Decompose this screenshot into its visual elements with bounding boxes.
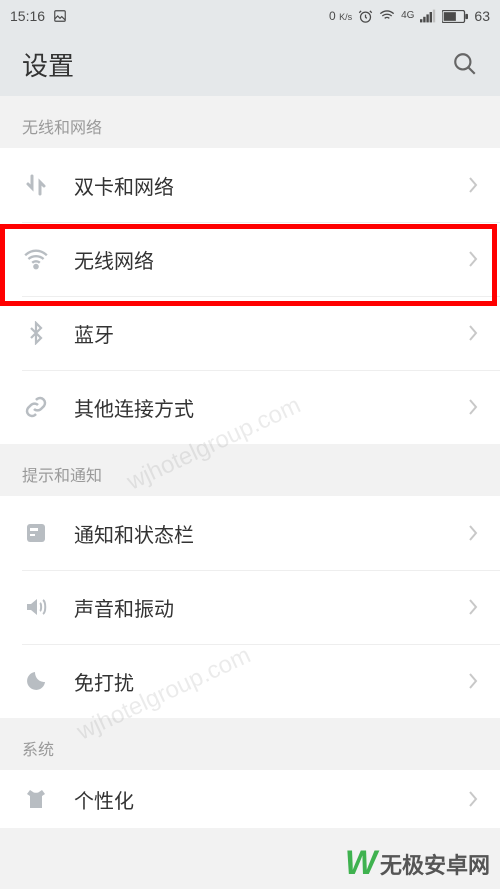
item-label: 其他连接方式 xyxy=(74,393,194,422)
item-sound-vibration[interactable]: 声音和振动 xyxy=(0,570,500,644)
item-label: 声音和振动 xyxy=(74,593,174,622)
status-time: 15:16 xyxy=(10,8,45,24)
item-label: 蓝牙 xyxy=(74,319,114,348)
chevron-right-icon xyxy=(468,398,478,416)
item-label: 双卡和网络 xyxy=(74,171,174,200)
item-dual-sim[interactable]: 双卡和网络 xyxy=(0,148,500,222)
bluetooth-icon xyxy=(22,319,50,347)
item-label: 通知和状态栏 xyxy=(74,519,194,548)
wifi-icon xyxy=(22,245,50,273)
chevron-right-icon xyxy=(468,524,478,542)
alarm-icon xyxy=(358,9,373,24)
sim-swap-icon xyxy=(22,171,50,199)
section-title-notifications: 提示和通知 xyxy=(0,444,500,496)
notification-icon xyxy=(22,519,50,547)
signal-icon xyxy=(420,9,436,23)
logo-text: 无极安卓网 xyxy=(380,848,490,880)
status-speed: 0 K/s xyxy=(329,9,352,23)
item-notification-status[interactable]: 通知和状态栏 xyxy=(0,496,500,570)
link-icon xyxy=(22,393,50,421)
item-label: 免打扰 xyxy=(74,667,134,696)
chevron-right-icon xyxy=(468,176,478,194)
chevron-right-icon xyxy=(468,598,478,616)
search-button[interactable] xyxy=(452,51,478,77)
wifi-icon xyxy=(379,8,395,24)
item-bluetooth[interactable]: 蓝牙 xyxy=(0,296,500,370)
speaker-icon xyxy=(22,593,50,621)
logo-w-icon: W xyxy=(345,844,374,883)
page-title: 设置 xyxy=(22,46,74,83)
picture-icon xyxy=(53,9,67,23)
status-bar: 15:16 0 K/s 4G 63 xyxy=(0,0,500,32)
chevron-right-icon xyxy=(468,672,478,690)
battery-icon xyxy=(442,10,468,23)
item-wifi[interactable]: 无线网络 xyxy=(0,222,500,296)
moon-icon xyxy=(22,667,50,695)
chevron-right-icon xyxy=(468,790,478,808)
header: 设置 xyxy=(0,32,500,96)
item-do-not-disturb[interactable]: 免打扰 xyxy=(0,644,500,718)
shirt-icon xyxy=(22,785,50,813)
watermark-logo: W 无极安卓网 xyxy=(345,844,490,883)
section-title-wireless: 无线和网络 xyxy=(0,96,500,148)
battery-percent: 63 xyxy=(474,8,490,24)
item-other-connections[interactable]: 其他连接方式 xyxy=(0,370,500,444)
chevron-right-icon xyxy=(468,250,478,268)
network-label: 4G xyxy=(401,11,414,21)
section-title-system: 系统 xyxy=(0,718,500,770)
item-label: 个性化 xyxy=(74,785,134,814)
chevron-right-icon xyxy=(468,324,478,342)
item-label: 无线网络 xyxy=(74,245,154,274)
item-personalization[interactable]: 个性化 xyxy=(0,770,500,828)
